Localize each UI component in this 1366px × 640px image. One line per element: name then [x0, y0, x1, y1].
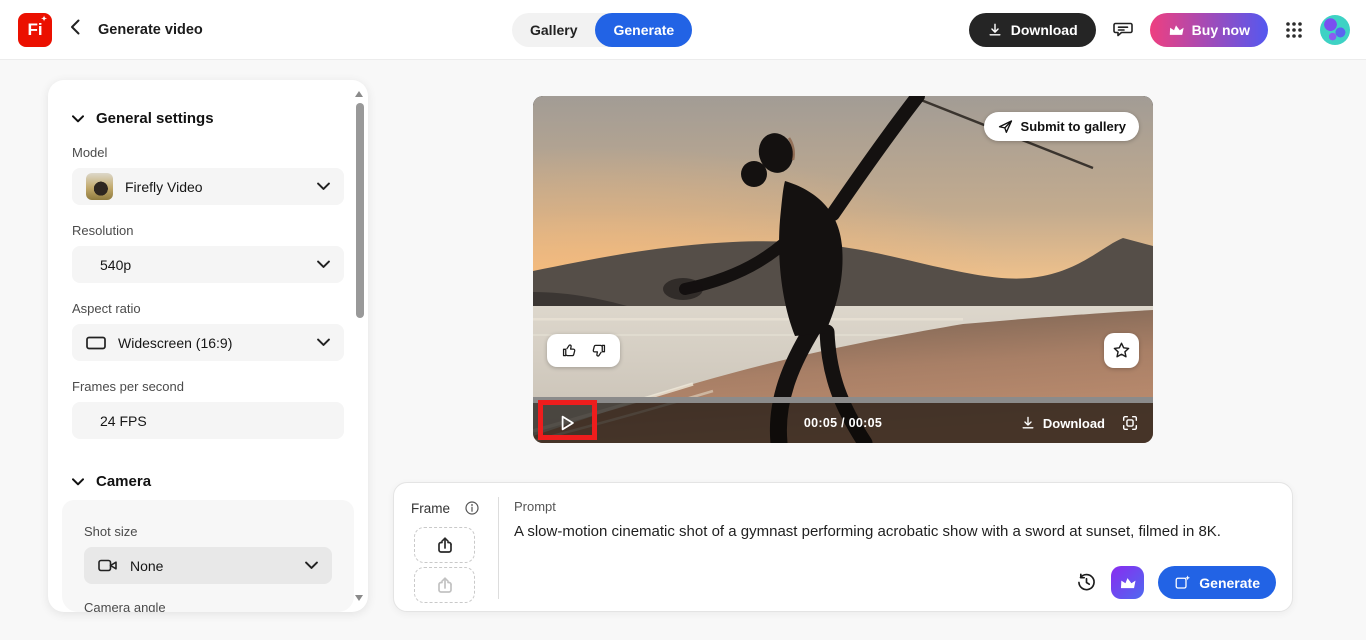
apps-grid-icon [1286, 22, 1302, 38]
download-button[interactable]: Download [968, 13, 1096, 47]
resolution-value: 540p [100, 256, 132, 273]
fps-field[interactable]: 24 FPS [72, 402, 344, 439]
premium-button[interactable] [1111, 566, 1145, 599]
sparkle-icon: ✦ [41, 15, 47, 23]
download-button-label: Download [1010, 22, 1078, 38]
crown-icon [1121, 577, 1136, 588]
crown-icon [1169, 25, 1184, 35]
generate-sparkle-icon [1175, 575, 1191, 589]
first-frame-upload[interactable] [414, 527, 475, 563]
favorite-button[interactable] [1104, 333, 1139, 368]
feedback-icon [1112, 22, 1133, 37]
tab-gallery[interactable]: Gallery [512, 13, 595, 47]
back-button[interactable] [70, 19, 80, 40]
resolution-dropdown[interactable]: 540p [72, 246, 344, 283]
chevron-down-icon [72, 114, 84, 122]
widescreen-icon [86, 336, 106, 349]
sidebar-scrollbar[interactable] [356, 103, 364, 318]
shot-size-label: Shot size [84, 524, 138, 539]
aspect-ratio-label: Aspect ratio [72, 301, 141, 316]
shot-size-dropdown[interactable]: None [84, 547, 332, 584]
send-icon [998, 120, 1012, 133]
video-timecode: 00:05 / 00:05 [803, 416, 883, 430]
video-controls-bar: 00:05 / 00:05 Download [533, 397, 1153, 443]
thumbs-down-icon [592, 344, 605, 357]
general-settings-section-header[interactable]: General settings [72, 110, 368, 127]
model-label: Model [72, 145, 108, 160]
thumbs-down-button[interactable] [590, 342, 607, 359]
chevron-down-icon [72, 477, 84, 485]
feedback-button[interactable] [1112, 19, 1134, 41]
prompt-bar: Frame Prompt A slow-motion cinematic sho… [393, 482, 1293, 612]
camera-section-header[interactable]: Camera [72, 473, 368, 490]
aspect-ratio-value: Widescreen (16:9) [118, 334, 233, 351]
model-thumbnail [86, 173, 113, 200]
generate-button-label: Generate [1199, 574, 1260, 591]
model-dropdown[interactable]: Firefly Video [72, 168, 344, 205]
chevron-down-icon [317, 182, 330, 190]
chevron-down-icon [317, 338, 330, 346]
camera-section-title: Camera [96, 473, 152, 490]
page-title: Generate video [98, 21, 203, 38]
prompt-label: Prompt [514, 499, 556, 514]
scrollbar-up-arrow[interactable] [355, 91, 363, 97]
buy-now-button[interactable]: Buy now [1149, 13, 1268, 47]
chevron-left-icon [71, 19, 80, 35]
buy-now-label: Buy now [1191, 22, 1250, 38]
last-frame-upload[interactable] [414, 567, 475, 603]
history-icon [1078, 573, 1096, 591]
fps-value: 24 FPS [100, 412, 147, 429]
thumbs-up-button[interactable] [561, 342, 578, 359]
divider [498, 497, 499, 599]
rating-pill [547, 334, 620, 367]
chevron-down-icon [305, 561, 318, 569]
general-settings-title: General settings [96, 110, 214, 127]
submit-to-gallery-button[interactable]: Submit to gallery [983, 112, 1139, 141]
shot-size-value: None [130, 557, 164, 574]
fps-label: Frames per second [72, 379, 184, 394]
firefly-generate-video-page: Fi ✦ Generate video Gallery Generate Dow… [0, 0, 1366, 640]
gallery-generate-toggle: Gallery Generate [512, 13, 693, 47]
logo-text: Fi [27, 19, 43, 39]
top-bar: Fi ✦ Generate video Gallery Generate Dow… [0, 0, 1366, 60]
apps-grid-button[interactable] [1284, 20, 1304, 40]
submit-to-gallery-label: Submit to gallery [1020, 119, 1126, 134]
star-icon [1113, 342, 1130, 358]
video-preview[interactable]: Submit to gallery 00:05 / 00:05 Download [533, 96, 1153, 443]
upload-icon [437, 577, 452, 593]
download-icon [989, 23, 1001, 36]
scrollbar-down-arrow[interactable] [355, 595, 363, 601]
resolution-label: Resolution [72, 223, 134, 238]
prompt-input[interactable]: A slow-motion cinematic shot of a gymnas… [514, 522, 1284, 542]
frame-label: Frame [411, 500, 451, 516]
video-camera-icon [98, 559, 117, 572]
settings-sidebar: General settings Model Firefly Video Res… [48, 80, 368, 612]
tab-generate[interactable]: Generate [595, 13, 693, 47]
model-value: Firefly Video [125, 178, 203, 195]
user-avatar[interactable] [1320, 15, 1350, 45]
camera-angle-label: Camera angle [84, 600, 166, 612]
chevron-down-icon [317, 260, 330, 268]
thumbs-up-icon [562, 344, 575, 357]
firefly-logo[interactable]: Fi ✦ [18, 12, 52, 47]
info-icon[interactable] [464, 500, 480, 516]
aspect-ratio-dropdown[interactable]: Widescreen (16:9) [72, 324, 344, 361]
camera-panel: Shot size None Camera angle [62, 500, 354, 612]
history-button[interactable] [1076, 572, 1097, 593]
generated-video-frame [533, 96, 1153, 443]
generate-button[interactable]: Generate [1158, 566, 1276, 599]
upload-icon [437, 537, 452, 553]
